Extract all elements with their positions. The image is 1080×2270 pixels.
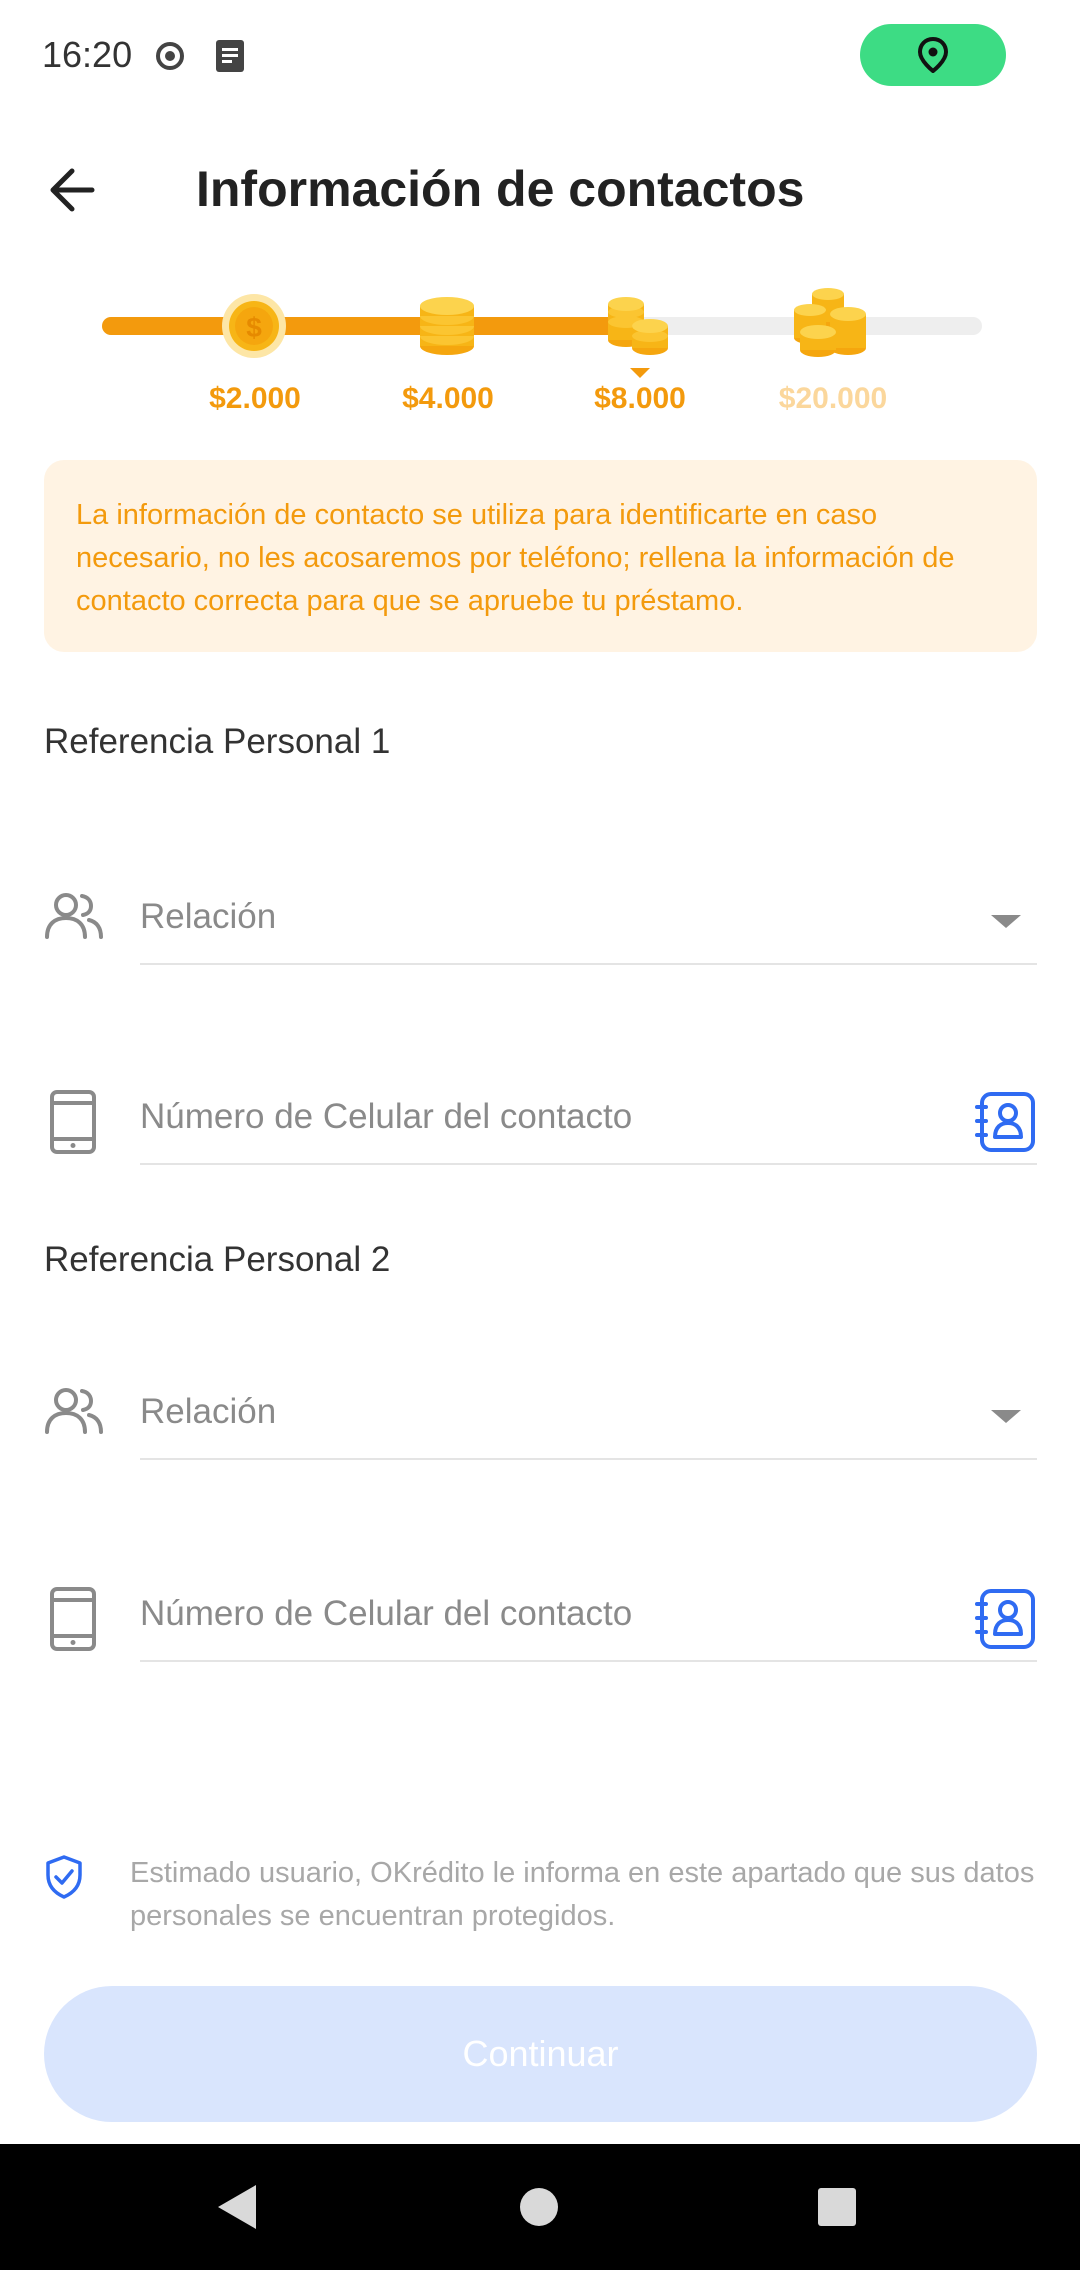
reference-1-title: Referencia Personal 1: [44, 722, 391, 761]
relation-select-2[interactable]: Relación: [44, 1350, 1037, 1460]
coins-pile-icon: [794, 288, 866, 357]
app-header: Información de contactos: [0, 130, 1080, 250]
nav-recents-icon[interactable]: [818, 2188, 856, 2226]
people-icon: [45, 1388, 103, 1434]
coin-icon: $: [222, 294, 286, 358]
document-icon: [216, 40, 244, 72]
system-nav-bar: [0, 2144, 1080, 2270]
arrow-left-icon: [50, 168, 95, 212]
location-icon: [917, 37, 949, 73]
contact-book-icon[interactable]: [975, 1091, 1037, 1153]
continue-button[interactable]: Continuar: [44, 1986, 1037, 2122]
contact-book-icon[interactable]: [975, 1588, 1037, 1650]
back-button[interactable]: [40, 155, 110, 225]
page-title: Información de contactos: [196, 161, 805, 217]
privacy-text: Estimado usuario, OKrédito le informa en…: [130, 1857, 1035, 1932]
relation-placeholder: Relación: [140, 897, 277, 936]
people-icon: [45, 893, 103, 939]
loan-progress: $ $2.000 $4.000 $8.000 $20.000: [0, 280, 1080, 430]
reference-2-title: Referencia Personal 2: [44, 1240, 391, 1279]
chevron-down-icon: [991, 1410, 1021, 1423]
coin-stack-icon: [420, 297, 474, 355]
notice-text: La información de contacto se utiliza pa…: [76, 499, 955, 617]
svg-text:$: $: [246, 312, 262, 343]
phone-placeholder: Número de Celular del contacto: [140, 1594, 633, 1633]
progress-fill: [102, 317, 642, 335]
record-icon: [156, 42, 184, 70]
coins-icon: [608, 297, 668, 355]
phone-icon: [50, 1587, 96, 1651]
phone-placeholder: Número de Celular del contacto: [140, 1097, 633, 1136]
current-step-caret: [630, 368, 650, 378]
relation-select-1[interactable]: Relación: [44, 855, 1037, 965]
shield-check-icon: [46, 1855, 82, 1899]
phone-icon: [50, 1090, 96, 1154]
step-label-1: $2.000: [209, 382, 301, 415]
status-bar: 16:20: [0, 0, 1080, 110]
nav-home-icon[interactable]: [520, 2188, 558, 2226]
chevron-down-icon: [991, 915, 1021, 928]
step-label-3: $8.000: [594, 382, 686, 415]
step-label-4: $20.000: [778, 382, 888, 415]
relation-placeholder: Relación: [140, 1392, 277, 1431]
location-indicator[interactable]: [860, 24, 1006, 86]
status-time: 16:20: [42, 34, 133, 75]
phone-field-1[interactable]: Número de Celular del contacto: [44, 1055, 1037, 1165]
step-label-2: $4.000: [402, 382, 494, 415]
info-notice: La información de contacto se utiliza pa…: [44, 460, 1037, 652]
phone-field-2[interactable]: Número de Celular del contacto: [44, 1552, 1037, 1662]
nav-back-icon[interactable]: [218, 2185, 256, 2229]
